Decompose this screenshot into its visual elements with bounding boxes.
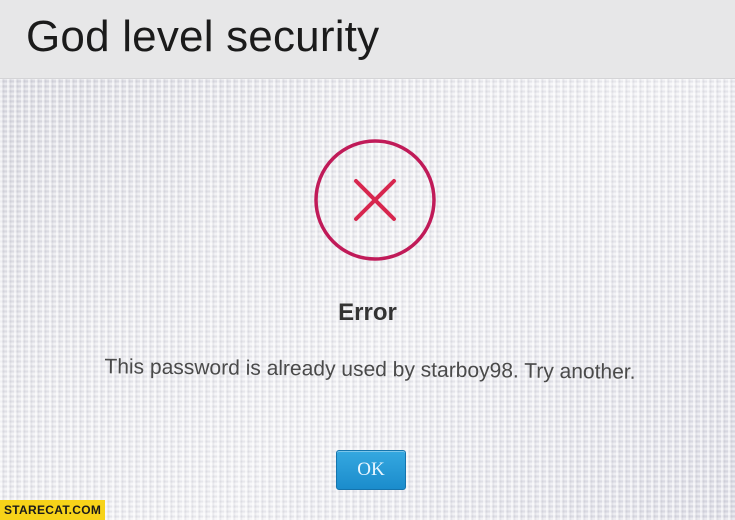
ok-button[interactable]: OK xyxy=(336,450,406,490)
dialog-title: Error xyxy=(338,299,397,326)
watermark-label: STARECAT.COM xyxy=(0,500,106,520)
caption-title: God level security xyxy=(26,12,380,61)
error-x-circle-icon xyxy=(312,137,438,263)
dialog-message: This password is already used by starboy… xyxy=(104,355,636,384)
caption-bar: God level security xyxy=(0,0,735,79)
error-dialog-photo: Error This password is already used by s… xyxy=(0,79,735,520)
